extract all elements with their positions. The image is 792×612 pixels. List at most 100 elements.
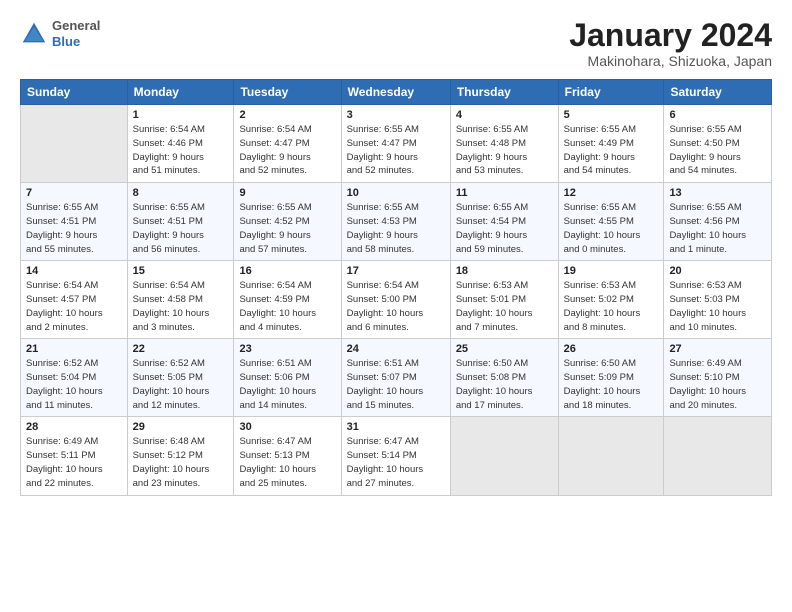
day-info: Sunrise: 6:55 AM Sunset: 4:52 PM Dayligh… [239,201,335,256]
calendar-cell: 15Sunrise: 6:54 AM Sunset: 4:58 PM Dayli… [127,261,234,339]
day-info: Sunrise: 6:51 AM Sunset: 5:06 PM Dayligh… [239,357,335,412]
calendar-cell: 12 Sunrise: 6:55 AM Sunset: 4:55 PM Dayli… [558,183,664,261]
logo-line1: General [52,18,100,34]
day-number: 13 [669,187,766,199]
main-title: January 2024 [569,18,772,53]
weekday-header: Monday [127,80,234,105]
day-info: Sunrise: 6:54 AM Sunset: 5:00 PM Dayligh… [347,279,445,334]
calendar-cell: 14 Sunrise: 6:54 AM Sunset: 4:57 PM Dayli… [21,261,128,339]
calendar-cell: 2Sunrise: 6:54 AM Sunset: 4:47 PM Daylig… [234,105,341,183]
calendar-cell: 30Sunrise: 6:47 AM Sunset: 5:13 PM Dayli… [234,417,341,495]
day-number: 17 [347,265,445,277]
calendar-cell: 23 Sunrise: 6:51 AM Sunset: 5:06 PM Dayli… [234,339,341,417]
day-number: 19 [564,265,659,277]
day-number: 5 [564,109,659,121]
day-number: 30 [239,421,335,433]
calendar-week-row: 14 Sunrise: 6:54 AM Sunset: 4:57 PM Dayli… [21,261,772,339]
day-number: 6 [669,109,766,121]
day-number: 12 [564,187,659,199]
calendar-cell: 5 Sunrise: 6:55 AM Sunset: 4:49 PM Daylig… [558,105,664,183]
calendar-cell [450,417,558,495]
day-info: Sunrise: 6:54 AM Sunset: 4:57 PM Dayligh… [26,279,122,334]
day-info: Sunrise: 6:55 AM Sunset: 4:51 PM Dayligh… [133,201,229,256]
weekday-header: Friday [558,80,664,105]
day-info: Sunrise: 6:55 AM Sunset: 4:49 PM Dayligh… [564,123,659,178]
day-number: 27 [669,343,766,355]
day-number: 28 [26,421,122,433]
calendar-cell: 25 Sunrise: 6:50 AM Sunset: 5:08 PM Dayli… [450,339,558,417]
day-info: Sunrise: 6:47 AM Sunset: 5:14 PM Dayligh… [347,435,445,490]
calendar-cell: 3 Sunrise: 6:55 AM Sunset: 4:47 PM Daylig… [341,105,450,183]
calendar-cell [664,417,772,495]
day-info: Sunrise: 6:49 AM Sunset: 5:11 PM Dayligh… [26,435,122,490]
day-number: 25 [456,343,553,355]
calendar-cell: 18 Sunrise: 6:53 AM Sunset: 5:01 PM Dayli… [450,261,558,339]
calendar-cell: 1 Sunrise: 6:54 AM Sunset: 4:46 PM Daylig… [127,105,234,183]
day-info: Sunrise: 6:55 AM Sunset: 4:51 PM Dayligh… [26,201,122,256]
calendar-cell: 4Sunrise: 6:55 AM Sunset: 4:48 PM Daylig… [450,105,558,183]
calendar-cell: 16 Sunrise: 6:54 AM Sunset: 4:59 PM Dayli… [234,261,341,339]
calendar-cell: 8Sunrise: 6:55 AM Sunset: 4:51 PM Daylig… [127,183,234,261]
day-number: 2 [239,109,335,121]
day-info: Sunrise: 6:53 AM Sunset: 5:01 PM Dayligh… [456,279,553,334]
calendar-cell: 24 Sunrise: 6:51 AM Sunset: 5:07 PM Dayli… [341,339,450,417]
day-info: Sunrise: 6:55 AM Sunset: 4:47 PM Dayligh… [347,123,445,178]
day-number: 20 [669,265,766,277]
day-info: Sunrise: 6:49 AM Sunset: 5:10 PM Dayligh… [669,357,766,412]
day-number: 31 [347,421,445,433]
day-info: Sunrise: 6:55 AM Sunset: 4:55 PM Dayligh… [564,201,659,256]
day-info: Sunrise: 6:50 AM Sunset: 5:09 PM Dayligh… [564,357,659,412]
day-number: 1 [133,109,229,121]
day-info: Sunrise: 6:53 AM Sunset: 5:03 PM Dayligh… [669,279,766,334]
page: General Blue January 2024 Makinohara, Sh… [0,0,792,506]
weekday-header: Tuesday [234,80,341,105]
day-number: 24 [347,343,445,355]
header: General Blue January 2024 Makinohara, Sh… [20,18,772,69]
logo-icon [20,20,48,48]
weekday-header: Wednesday [341,80,450,105]
day-number: 18 [456,265,553,277]
calendar-table: SundayMondayTuesdayWednesdayThursdayFrid… [20,79,772,495]
day-info: Sunrise: 6:52 AM Sunset: 5:05 PM Dayligh… [133,357,229,412]
calendar-cell: 28 Sunrise: 6:49 AM Sunset: 5:11 PM Dayli… [21,417,128,495]
day-info: Sunrise: 6:50 AM Sunset: 5:08 PM Dayligh… [456,357,553,412]
calendar-cell [21,105,128,183]
calendar-cell: 21 Sunrise: 6:52 AM Sunset: 5:04 PM Dayli… [21,339,128,417]
calendar-cell: 29 Sunrise: 6:48 AM Sunset: 5:12 PM Dayli… [127,417,234,495]
day-number: 10 [347,187,445,199]
calendar-cell: 22 Sunrise: 6:52 AM Sunset: 5:05 PM Dayli… [127,339,234,417]
day-number: 7 [26,187,122,199]
day-info: Sunrise: 6:55 AM Sunset: 4:54 PM Dayligh… [456,201,553,256]
day-info: Sunrise: 6:54 AM Sunset: 4:59 PM Dayligh… [239,279,335,334]
calendar-cell: 11Sunrise: 6:55 AM Sunset: 4:54 PM Dayli… [450,183,558,261]
title-block: January 2024 Makinohara, Shizuoka, Japan [569,18,772,69]
calendar-week-row: 1 Sunrise: 6:54 AM Sunset: 4:46 PM Daylig… [21,105,772,183]
day-info: Sunrise: 6:55 AM Sunset: 4:48 PM Dayligh… [456,123,553,178]
calendar-cell: 6Sunrise: 6:55 AM Sunset: 4:50 PM Daylig… [664,105,772,183]
day-info: Sunrise: 6:48 AM Sunset: 5:12 PM Dayligh… [133,435,229,490]
calendar-cell: 10 Sunrise: 6:55 AM Sunset: 4:53 PM Dayli… [341,183,450,261]
day-info: Sunrise: 6:51 AM Sunset: 5:07 PM Dayligh… [347,357,445,412]
day-info: Sunrise: 6:54 AM Sunset: 4:46 PM Dayligh… [133,123,229,178]
weekday-header: Saturday [664,80,772,105]
day-number: 23 [239,343,335,355]
logo: General Blue [20,18,100,49]
calendar-week-row: 28 Sunrise: 6:49 AM Sunset: 5:11 PM Dayli… [21,417,772,495]
day-number: 29 [133,421,229,433]
day-number: 3 [347,109,445,121]
day-number: 21 [26,343,122,355]
day-info: Sunrise: 6:55 AM Sunset: 4:53 PM Dayligh… [347,201,445,256]
calendar-body: 1 Sunrise: 6:54 AM Sunset: 4:46 PM Daylig… [21,105,772,495]
day-number: 16 [239,265,335,277]
calendar-cell: 27 Sunrise: 6:49 AM Sunset: 5:10 PM Dayli… [664,339,772,417]
day-number: 22 [133,343,229,355]
header-row: SundayMondayTuesdayWednesdayThursdayFrid… [21,80,772,105]
day-info: Sunrise: 6:52 AM Sunset: 5:04 PM Dayligh… [26,357,122,412]
day-number: 14 [26,265,122,277]
calendar-week-row: 21 Sunrise: 6:52 AM Sunset: 5:04 PM Dayli… [21,339,772,417]
calendar-cell: 20 Sunrise: 6:53 AM Sunset: 5:03 PM Dayli… [664,261,772,339]
logo-line2: Blue [52,34,100,50]
day-info: Sunrise: 6:53 AM Sunset: 5:02 PM Dayligh… [564,279,659,334]
calendar-cell [558,417,664,495]
calendar-week-row: 7 Sunrise: 6:55 AM Sunset: 4:51 PM Daylig… [21,183,772,261]
